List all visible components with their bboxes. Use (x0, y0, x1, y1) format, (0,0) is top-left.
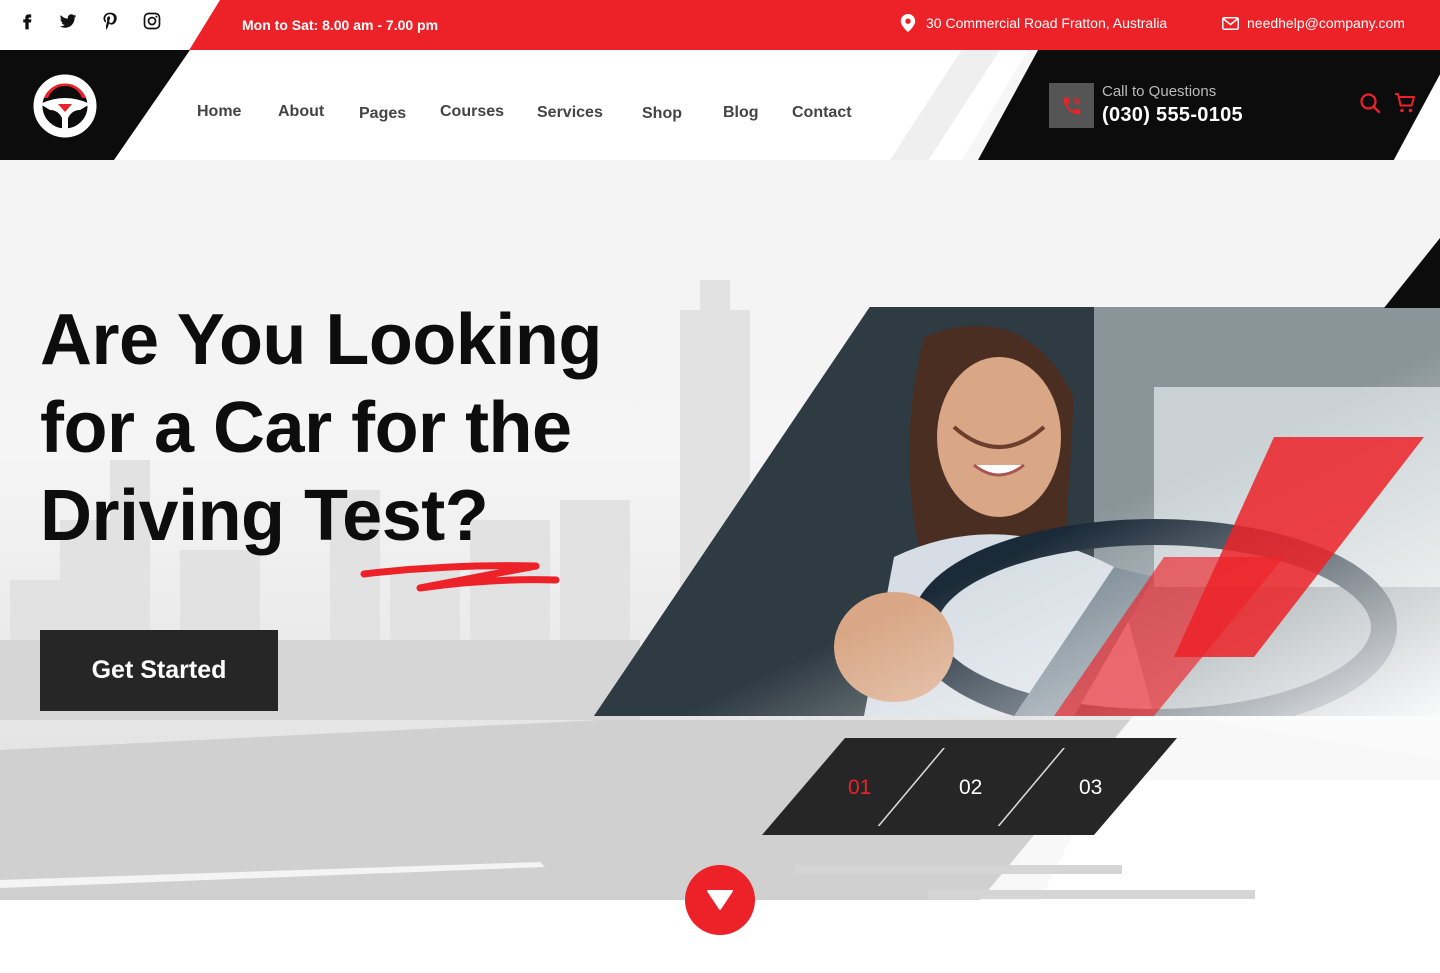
twitter-icon[interactable] (57, 10, 79, 32)
slide-2-button[interactable]: 02 (959, 776, 982, 800)
decor-grey-bar-2 (928, 890, 1255, 899)
social-links (0, 0, 220, 50)
cart-icon[interactable] (1394, 92, 1416, 114)
address-text: 30 Commercial Road Fratton, Australia (926, 15, 1168, 31)
location-pin-icon (900, 14, 916, 32)
nav-blog[interactable]: Blog (723, 104, 759, 122)
address: 30 Commercial Road Fratton, Australia (900, 14, 1167, 32)
phone-icon (1063, 96, 1081, 114)
email-link[interactable]: needhelp@company.com (1222, 15, 1405, 31)
slide-3-button[interactable]: 03 (1079, 776, 1102, 800)
call-label: Call to Questions (1102, 83, 1217, 100)
decor-grey-bar (795, 865, 1122, 874)
envelope-icon (1222, 16, 1239, 30)
pinterest-icon[interactable] (99, 10, 121, 32)
nav-services[interactable]: Services (537, 104, 603, 122)
nav-contact[interactable]: Contact (792, 104, 852, 122)
get-started-button[interactable]: Get Started (40, 630, 278, 711)
site-logo[interactable] (30, 68, 100, 138)
call-button[interactable] (1049, 83, 1094, 128)
email-text: needhelp@company.com (1247, 15, 1405, 31)
triangle-down-icon (707, 890, 733, 910)
nav-courses[interactable]: Courses (440, 103, 504, 121)
nav-home[interactable]: Home (197, 103, 241, 121)
instagram-icon[interactable] (141, 10, 163, 32)
call-number[interactable]: (030) 555-0105 (1102, 104, 1243, 127)
scroll-down-button[interactable] (685, 865, 755, 935)
business-hours: Mon to Sat: 8.00 am - 7.00 pm (242, 17, 439, 33)
top-bar: Mon to Sat: 8.00 am - 7.00 pm 30 Commerc… (0, 0, 1440, 50)
slide-1-button[interactable]: 01 (848, 776, 871, 800)
nav-about[interactable]: About (278, 103, 324, 121)
facebook-icon[interactable] (16, 10, 38, 32)
steering-wheel-logo-icon (33, 74, 97, 138)
red-underline-swoosh (360, 562, 560, 592)
nav-shop[interactable]: Shop (642, 105, 682, 123)
hero-headline: Are You Looking for a Car for the Drivin… (40, 300, 602, 556)
search-icon[interactable] (1359, 92, 1381, 114)
nav-pages[interactable]: Pages (359, 105, 406, 123)
